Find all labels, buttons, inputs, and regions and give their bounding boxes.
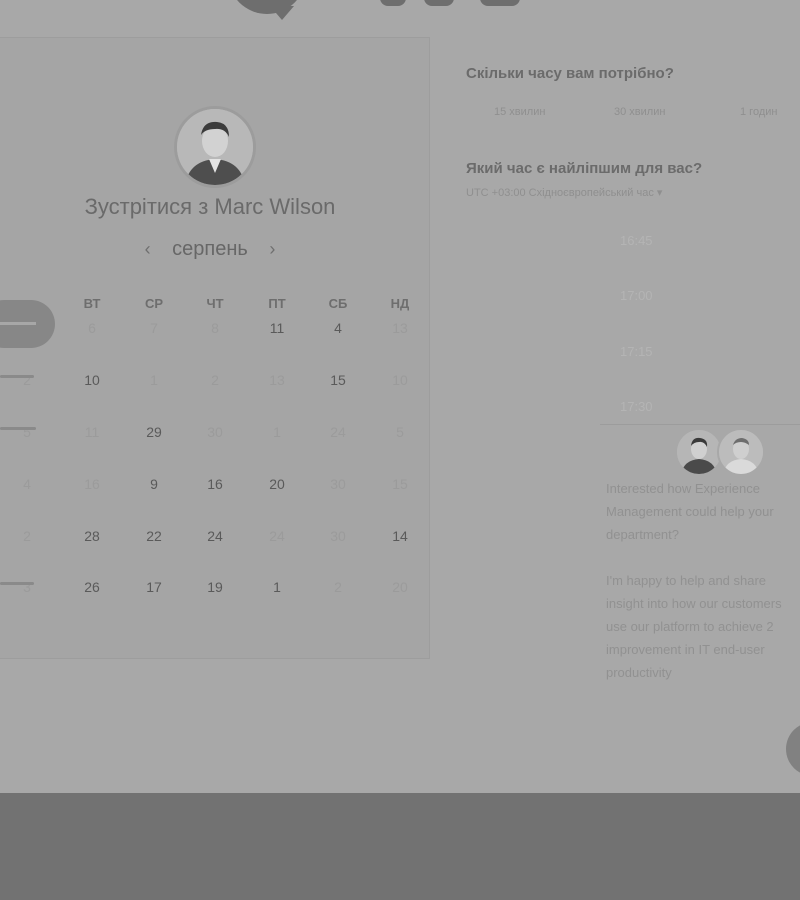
calendar-day: 30 [330,476,346,492]
calendar-day: 16 [84,476,100,492]
timezone-select[interactable]: UTC +03:00 Східноєвропейський час ▾ [466,186,662,199]
next-month-button[interactable]: › [269,239,275,259]
calendar-day[interactable]: 9 [134,476,174,492]
logo-wordmark [380,0,540,6]
calendar-day[interactable]: 15 [318,372,358,388]
calendar-day: 2 [211,372,219,388]
calendar-day[interactable]: 16 [195,476,235,492]
message-line: productivity [606,665,672,680]
colleague-avatar [717,428,765,476]
weekday-header: НД [390,296,410,311]
weekday-header: ВТ [83,296,101,311]
message-line: Interested how Experience [606,481,760,496]
intro-message: Interested how Experience Management cou… [606,477,800,546]
selected-day-pill[interactable] [0,300,55,348]
calendar-day[interactable]: 11 [257,320,297,336]
calendar-day-partial: 4 [23,476,31,492]
calendar-card: Зустрітися з Marc Wilson ‹ серпень › ВТ … [0,37,430,659]
divider [600,424,800,425]
calendar-day: 30 [207,424,223,440]
calendar-day: 2 [334,579,342,595]
week-indicator [0,582,34,585]
help-message: I'm happy to help and share insight into… [606,569,800,684]
calendar-day: 30 [330,528,346,544]
duration-option[interactable]: 30 хвилин [614,106,665,118]
message-line: use our platform to achieve 2 [606,619,774,634]
calendar-day: 10 [392,372,408,388]
message-line: improvement in IT end-user [606,642,765,657]
month-label: серпень [172,238,248,260]
duration-option[interactable]: 1 годин [740,106,777,118]
calendar-day[interactable]: 14 [380,528,420,544]
calendar-day[interactable]: 17 [134,579,174,595]
calendar-day: 7 [150,320,158,336]
time-slot[interactable]: 16:45 [620,233,653,248]
weekday-header: СБ [328,296,348,311]
duration-question: Скільки часу вам потрібно? [466,65,674,82]
calendar-day: 13 [392,320,408,336]
calendar-day: 6 [88,320,96,336]
calendar-day[interactable]: 26 [72,579,112,595]
calendar-day: 11 [84,424,100,440]
calendar-day-partial: 2 [23,528,31,544]
time-question: Який час є найліпшим для вас? [466,160,703,177]
calendar-day[interactable]: 4 [318,320,358,336]
calendar-day: 20 [392,579,408,595]
meeting-title: Зустрітися з Marc Wilson [84,194,336,219]
message-line: department? [606,527,679,542]
calendar-day: 24 [269,528,285,544]
message-line: insight into how our customers [606,596,782,611]
duration-option[interactable]: 15 хвилин [494,106,545,118]
calendar-day: 1 [150,372,158,388]
weekday-header: ПТ [268,296,286,311]
calendar-day[interactable]: 22 [134,528,174,544]
calendar-day: 15 [392,476,408,492]
calendar-day: 5 [396,424,404,440]
host-avatar-small [675,428,723,476]
calendar-day[interactable]: 28 [72,528,112,544]
prev-month-button[interactable]: ‹ [145,239,151,259]
footer-band [0,793,800,900]
message-line: I'm happy to help and share [606,573,767,588]
calendar-day[interactable]: 19 [195,579,235,595]
message-line: Management could help your [606,504,774,519]
logo-tail [270,6,294,20]
weekday-header: ЧТ [206,296,224,311]
chat-button[interactable] [786,722,800,776]
calendar-day: 1 [273,424,281,440]
calendar-day[interactable]: 24 [195,528,235,544]
week-indicator [0,375,34,378]
scheduling-page: Зустрітися з Marc Wilson ‹ серпень › ВТ … [0,0,800,793]
calendar-day[interactable]: 10 [72,372,112,388]
month-navigator: ‹ серпень › [0,238,429,261]
host-avatar [174,106,256,188]
calendar-day: 8 [211,320,219,336]
time-slot[interactable]: 17:15 [620,344,653,359]
calendar-day[interactable]: 20 [257,476,297,492]
week-indicator [0,427,36,430]
calendar-day[interactable]: 29 [134,424,174,440]
calendar-day: 13 [269,372,285,388]
logo-bubble [228,0,306,14]
time-slot[interactable]: 17:00 [620,288,653,303]
time-slot[interactable]: 17:30 [620,399,653,414]
calendar-day[interactable]: 1 [257,579,297,595]
weekday-header: СР [144,296,164,311]
calendar-day: 24 [330,424,346,440]
